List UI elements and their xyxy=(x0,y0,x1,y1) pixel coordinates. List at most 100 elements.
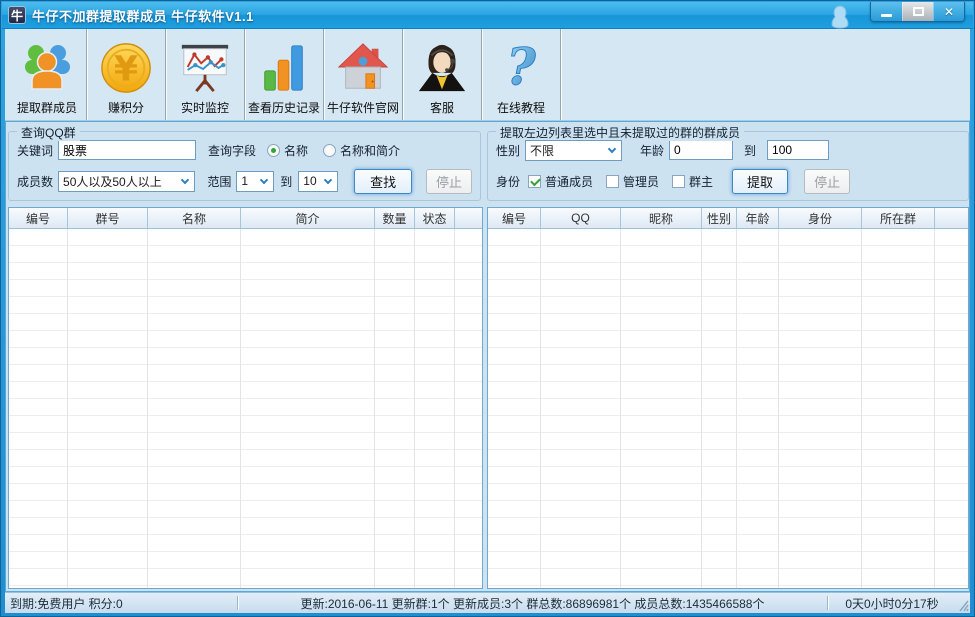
checkbox-normal-member-label: 普通成员 xyxy=(545,173,593,190)
column-header[interactable]: 群号 xyxy=(68,208,148,228)
column-header-label: 编号 xyxy=(26,210,50,227)
chevron-down-icon xyxy=(181,175,189,183)
gender-label: 性别 xyxy=(496,142,520,159)
search-stop-button[interactable]: 停止 xyxy=(426,169,472,194)
group-table: 编号 群号 名称 简介 数量 状态 xyxy=(8,207,483,589)
column-header-label: 所在群 xyxy=(880,210,916,227)
monitor-chart-icon xyxy=(178,38,232,98)
status-account: 到期:免费用户 积分:0 xyxy=(5,595,237,612)
resize-grip-icon[interactable] xyxy=(956,597,970,613)
range-to-label: 到 xyxy=(280,173,292,190)
table-column-line xyxy=(702,229,737,588)
keyword-input[interactable] xyxy=(58,140,196,160)
extract-button-label: 提取 xyxy=(747,172,773,191)
group-table-header: 编号 群号 名称 简介 数量 状态 xyxy=(9,208,482,229)
checkbox-normal-member[interactable] xyxy=(528,175,541,188)
column-header-label: 状态 xyxy=(422,210,446,227)
close-icon: ✕ xyxy=(944,5,954,19)
member-table: 编号 QQ 昵称 性别 年龄 身份 所在群 xyxy=(487,207,969,589)
column-header[interactable]: 身份 xyxy=(779,208,862,228)
checkbox-owner[interactable] xyxy=(672,175,685,188)
table-column-line xyxy=(779,229,862,588)
chevron-down-icon xyxy=(324,175,332,183)
toolbar-button-label: 提取群成员 xyxy=(17,99,77,116)
window-controls: ✕ xyxy=(870,2,965,22)
status-bar: 到期:免费用户 积分:0 更新:2016-06-11 更新群:1个 更新成员:3… xyxy=(5,592,970,613)
qq-penguin-icon[interactable] xyxy=(829,5,851,29)
age-to-input[interactable] xyxy=(767,140,829,160)
coin-icon: ¥ xyxy=(99,38,153,98)
toolbar-button-label: 在线教程 xyxy=(497,99,545,116)
toolbar: 提取群成员 ¥ 赚积分 xyxy=(5,29,970,121)
checkbox-admin-label: 管理员 xyxy=(623,173,659,190)
age-label: 年龄 xyxy=(640,142,664,159)
range-from-value: 1 xyxy=(241,174,248,188)
toolbar-button-earn-points[interactable]: ¥ 赚积分 xyxy=(87,29,166,120)
toolbar-button-label: 赚积分 xyxy=(108,99,144,116)
identity-label: 身份 xyxy=(496,173,520,190)
toolbar-button-monitor[interactable]: 实时监控 xyxy=(166,29,245,120)
radio-name-intro[interactable] xyxy=(323,144,336,157)
maximize-button[interactable] xyxy=(902,2,933,21)
table-column-line xyxy=(862,229,935,588)
members-count-dropdown[interactable]: 50人以及50人以上 xyxy=(58,171,195,192)
table-column-line xyxy=(241,229,375,588)
query-groupbox-title: 查询QQ群 xyxy=(17,124,80,141)
table-column-line xyxy=(541,229,621,588)
range-from-dropdown[interactable]: 1 xyxy=(236,171,274,192)
extract-groupbox: 提取左边列表里选中且未提取过的群的群成员 性别 不限 年龄 到 身份 普通成员 … xyxy=(487,131,969,201)
toolbar-button-label: 实时监控 xyxy=(181,99,229,116)
column-header[interactable]: 编号 xyxy=(488,208,541,228)
member-table-header: 编号 QQ 昵称 性别 年龄 身份 所在群 xyxy=(488,208,968,229)
search-button[interactable]: 查找 xyxy=(354,169,412,194)
extract-button[interactable]: 提取 xyxy=(732,169,788,194)
column-header-label: 数量 xyxy=(382,210,406,227)
search-button-label: 查找 xyxy=(370,172,396,191)
group-table-body[interactable] xyxy=(9,229,482,588)
column-header-label: 昵称 xyxy=(649,210,673,227)
title-bar: 牛 牛仔不加群提取群成员 牛仔软件V1.1 ✕ xyxy=(2,2,973,29)
column-header-label: 简介 xyxy=(295,210,319,227)
group-members-icon xyxy=(20,38,74,98)
age-to-label: 到 xyxy=(744,142,756,159)
maximize-icon xyxy=(913,7,924,16)
status-uptime: 0天0小时0分17秒 xyxy=(828,595,956,612)
column-header[interactable]: 数量 xyxy=(375,208,415,228)
checkbox-admin[interactable] xyxy=(606,175,619,188)
column-header-label: 群号 xyxy=(95,210,119,227)
svg-text:¥: ¥ xyxy=(114,50,138,90)
column-header[interactable]: 状态 xyxy=(415,208,455,228)
chevron-down-icon xyxy=(260,175,268,183)
minimize-button[interactable] xyxy=(871,2,902,21)
app-window: 牛 牛仔不加群提取群成员 牛仔软件V1.1 ✕ 提取群成员 xyxy=(0,0,975,617)
column-header[interactable]: 编号 xyxy=(9,208,68,228)
table-column-line xyxy=(488,229,541,588)
radio-name[interactable] xyxy=(267,144,280,157)
toolbar-button-website[interactable]: 牛仔软件官网 xyxy=(324,29,403,120)
gender-value: 不限 xyxy=(530,142,554,159)
column-header[interactable]: 昵称 xyxy=(621,208,702,228)
close-button[interactable]: ✕ xyxy=(933,2,964,21)
member-table-body[interactable] xyxy=(488,229,968,588)
extract-stop-button[interactable]: 停止 xyxy=(804,169,850,194)
gender-dropdown[interactable]: 不限 xyxy=(525,140,622,161)
table-column-line xyxy=(621,229,702,588)
query-field-label: 查询字段 xyxy=(208,142,256,159)
column-header[interactable]: 性别 xyxy=(702,208,737,228)
column-header[interactable]: 所在群 xyxy=(862,208,935,228)
toolbar-button-support[interactable]: 客服 xyxy=(403,29,482,120)
column-header[interactable]: 年龄 xyxy=(737,208,779,228)
column-header[interactable]: QQ xyxy=(541,208,621,228)
column-header[interactable]: 名称 xyxy=(148,208,241,228)
table-column-line xyxy=(9,229,68,588)
column-header-label: 年龄 xyxy=(745,210,769,227)
column-header[interactable]: 简介 xyxy=(241,208,375,228)
checkbox-owner-label: 群主 xyxy=(689,173,713,190)
query-groupbox: 查询QQ群 关键词 查询字段 名称 名称和简介 成员数 50人以及50人以上 范… xyxy=(8,131,481,201)
toolbar-button-tutorial[interactable]: ? 在线教程 xyxy=(482,29,561,120)
range-to-dropdown[interactable]: 10 xyxy=(298,171,338,192)
toolbar-button-history[interactable]: 查看历史记录 xyxy=(245,29,324,120)
toolbar-button-extract-members[interactable]: 提取群成员 xyxy=(8,29,87,120)
range-to-value: 10 xyxy=(303,174,316,188)
age-from-input[interactable] xyxy=(669,140,733,160)
